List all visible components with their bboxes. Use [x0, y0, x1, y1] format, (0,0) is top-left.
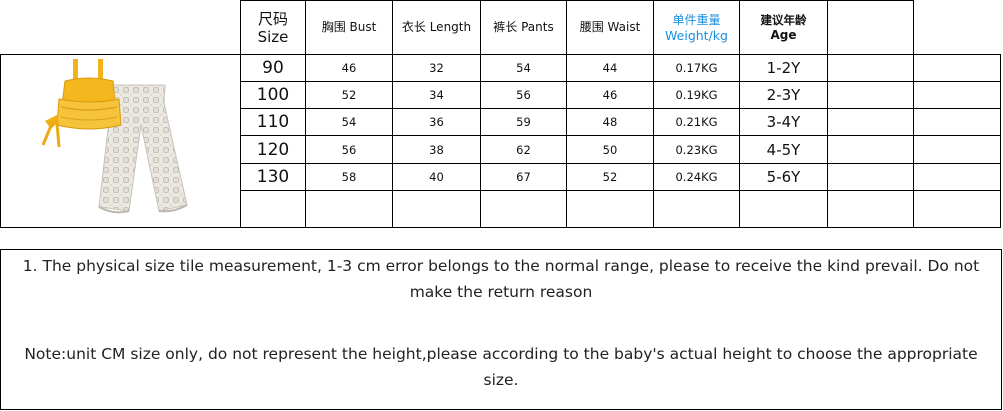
header-blank-cell [827, 0, 914, 55]
note-measurement: 1. The physical size tile measurement, 1… [22, 257, 980, 301]
cell-blank [827, 108, 914, 137]
cell-blank [827, 162, 914, 191]
cell-extra [913, 135, 1001, 164]
cell-pants: 62 [480, 135, 567, 164]
product-image-cell [0, 54, 241, 228]
cell-extra [913, 53, 1001, 83]
header-age: 建议年龄 Age [739, 0, 828, 55]
cell-bust: 54 [305, 108, 393, 137]
cell-blank [827, 53, 914, 83]
cell-weight: 0.23KG [653, 135, 740, 164]
cell-pants: 59 [480, 108, 567, 137]
cell-size: 120 [240, 135, 306, 164]
cell-blank [913, 189, 1001, 229]
cell-size: 90 [240, 53, 306, 83]
size-chart-sheet: 尺码 Size 胸围 Bust 衣长 Length 裤长 Pants 腰围 Wa… [0, 0, 1003, 411]
header-weight-cn: 单件重量 [672, 12, 721, 27]
cell-bust: 58 [305, 162, 393, 191]
cell-weight: 0.19KG [653, 81, 740, 110]
cell-extra [913, 108, 1001, 137]
cell-size: 100 [240, 81, 306, 110]
blank-corner [0, 0, 241, 55]
cell-size: 110 [240, 108, 306, 137]
notes-box: 1. The physical size tile measurement, 1… [0, 249, 1002, 410]
cell-extra [913, 81, 1001, 110]
cell-age: 4-5Y [739, 135, 828, 164]
cell-age: 5-6Y [739, 162, 828, 191]
cell-blank [240, 189, 306, 229]
cell-bust: 56 [305, 135, 393, 164]
cell-extra [913, 162, 1001, 191]
header-outside [913, 0, 1001, 55]
cell-blank [305, 189, 393, 229]
cell-age: 2-3Y [739, 81, 828, 110]
cell-blank [480, 189, 567, 229]
table-row: 90 46 32 54 44 0.17KG 1-2Y [0, 53, 1001, 228]
outfit-illustration-icon [41, 59, 188, 214]
cell-waist: 44 [566, 53, 654, 83]
cell-waist: 48 [566, 108, 654, 137]
header-length: 衣长 Length [392, 0, 481, 55]
cell-blank [653, 189, 740, 229]
header-row: 尺码 Size 胸围 Bust 衣长 Length 裤长 Pants 腰围 Wa… [0, 0, 1001, 55]
cell-length: 38 [392, 135, 481, 164]
header-bust: 胸围 Bust [305, 0, 393, 55]
header-weight: 单件重量 Weight/kg [653, 0, 740, 55]
cell-age: 1-2Y [739, 53, 828, 83]
cell-blank [739, 189, 828, 229]
cell-size: 130 [240, 162, 306, 191]
cell-length: 40 [392, 162, 481, 191]
cell-blank [827, 81, 914, 110]
cell-bust: 52 [305, 81, 393, 110]
cell-waist: 46 [566, 81, 654, 110]
cell-bust: 46 [305, 53, 393, 83]
cell-blank [566, 189, 654, 229]
cell-blank [827, 135, 914, 164]
cell-age: 3-4Y [739, 108, 828, 137]
cell-pants: 67 [480, 162, 567, 191]
cell-weight: 0.21KG [653, 108, 740, 137]
cell-weight: 0.17KG [653, 53, 740, 83]
header-pants: 裤长 Pants [480, 0, 567, 55]
note-unit: Note:unit CM size only, do not represent… [24, 345, 978, 389]
cell-pants: 54 [480, 53, 567, 83]
size-table: 尺码 Size 胸围 Bust 衣长 Length 裤长 Pants 腰围 Wa… [0, 0, 1001, 229]
cell-pants: 56 [480, 81, 567, 110]
cell-blank [827, 189, 914, 229]
header-age-en: Age [770, 27, 797, 42]
header-age-cn: 建议年龄 [760, 12, 807, 27]
product-outfit-image [2, 56, 240, 227]
cell-length: 32 [392, 53, 481, 83]
header-size-en: Size [257, 27, 289, 46]
header-weight-en: Weight/kg [665, 27, 728, 43]
cell-length: 34 [392, 81, 481, 110]
cell-waist: 52 [566, 162, 654, 191]
cell-length: 36 [392, 108, 481, 137]
header-size-cn: 尺码 [257, 9, 288, 28]
header-size: 尺码 Size [240, 0, 306, 55]
header-waist: 腰围 Waist [566, 0, 654, 55]
cell-blank [392, 189, 481, 229]
cell-weight: 0.24KG [653, 162, 740, 191]
cell-waist: 50 [566, 135, 654, 164]
